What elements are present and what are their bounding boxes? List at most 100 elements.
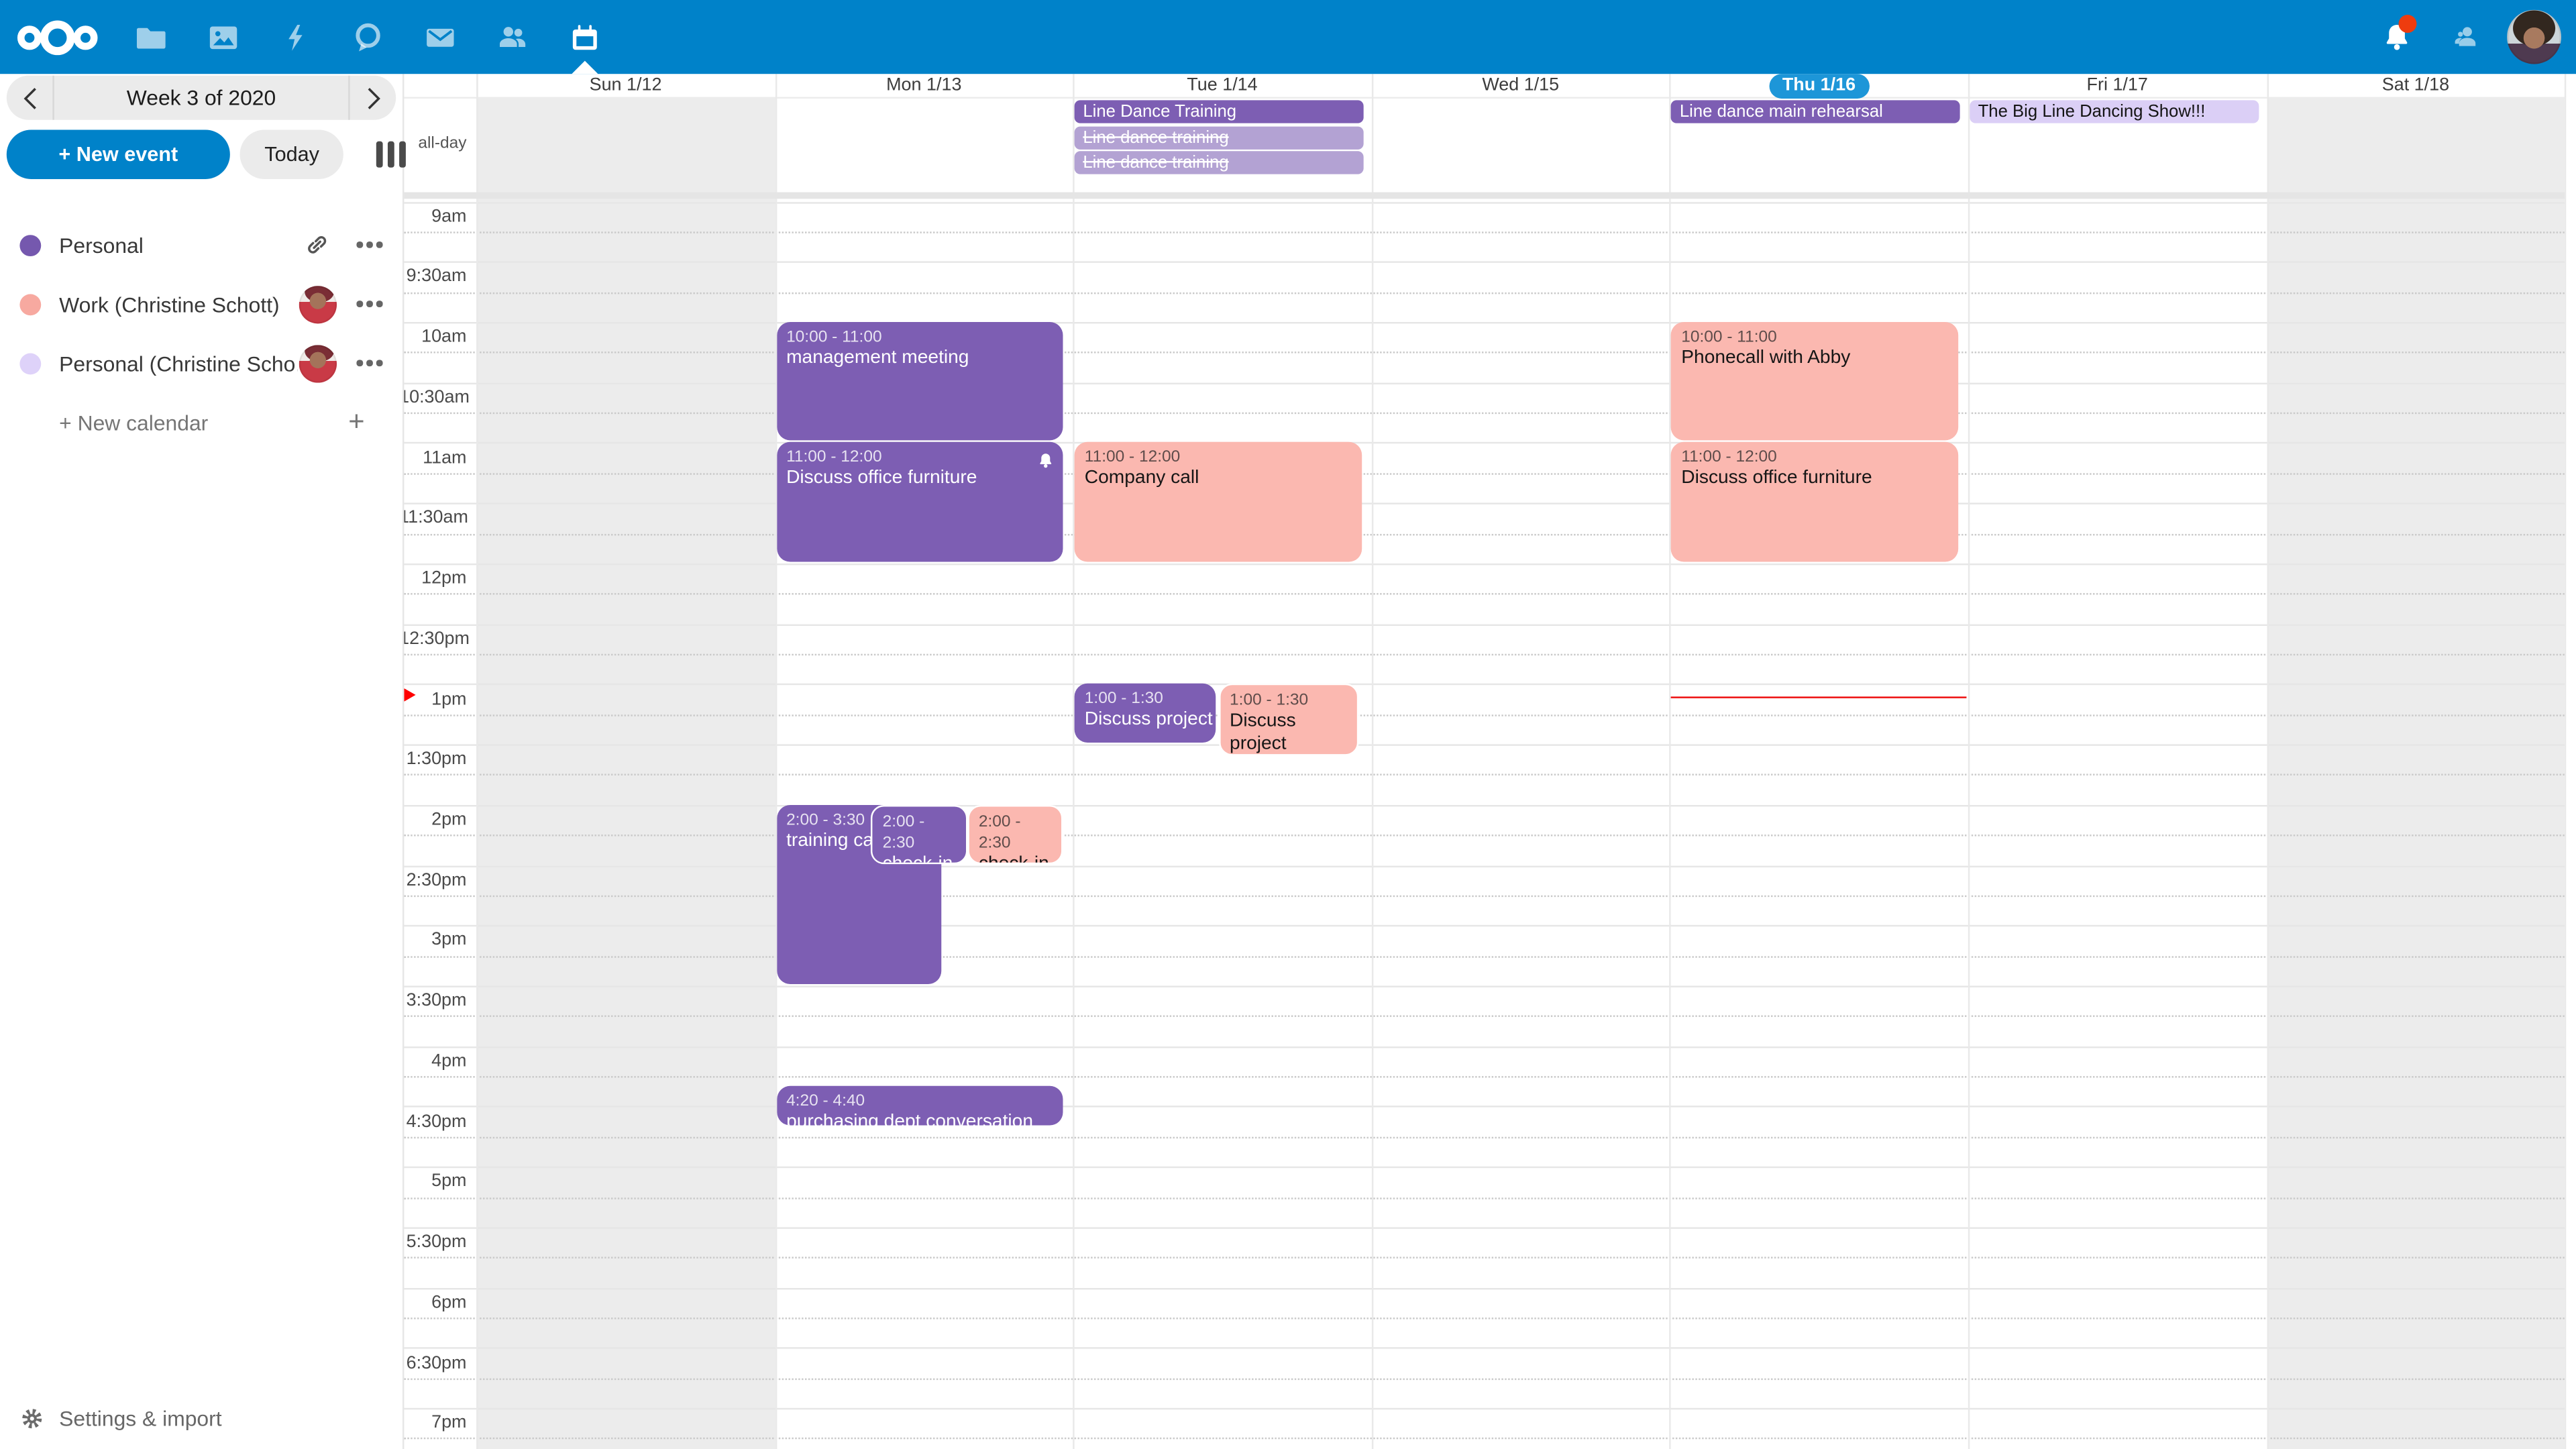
previous-week-button[interactable] xyxy=(7,76,53,120)
user-avatar[interactable] xyxy=(2507,10,2561,64)
day-header-fri[interactable]: Fri 1/17 xyxy=(1968,74,2267,97)
allday-event[interactable]: Line dance training xyxy=(1075,126,1364,150)
event-title: Company call xyxy=(1085,469,1352,491)
new-calendar-label: + New calendar xyxy=(59,410,337,435)
column-divider xyxy=(1073,74,1075,1449)
next-week-button[interactable] xyxy=(350,76,396,120)
weekend-shading xyxy=(2267,96,2565,1449)
gridline-halfhour xyxy=(402,684,2565,686)
event-time: 2:00 - 2:30 xyxy=(979,811,1052,854)
event-time: 11:00 - 12:00 xyxy=(1085,447,1352,469)
allday-event[interactable]: Line Dance Training xyxy=(1075,101,1364,124)
calendar-color-dot[interactable] xyxy=(19,234,41,256)
event-title: management meeting xyxy=(786,348,1053,370)
allday-event[interactable]: Line dance main rehearsal xyxy=(1672,101,1961,124)
calendar-actions-menu[interactable] xyxy=(350,360,390,366)
column-divider xyxy=(775,74,776,1449)
chevron-left-icon xyxy=(22,87,37,109)
gridline-quarter xyxy=(402,1438,2565,1440)
day-header-tue[interactable]: Tue 1/14 xyxy=(1073,74,1372,97)
nextcloud-logo[interactable] xyxy=(0,15,115,58)
share-link-icon[interactable] xyxy=(297,225,337,265)
gridline-quarter xyxy=(402,1257,2565,1258)
reminder-bell-icon xyxy=(1037,449,1055,479)
gridline-halfhour xyxy=(402,564,2565,565)
event[interactable]: 4:20 - 4:40purchasing dept conversation xyxy=(776,1086,1063,1125)
column-divider xyxy=(1670,74,1671,1449)
gridline-halfhour xyxy=(402,262,2565,263)
event[interactable]: 11:00 - 12:00Discuss office furniture xyxy=(776,443,1063,561)
column-divider xyxy=(1968,74,1970,1449)
app-mail[interactable] xyxy=(404,0,476,74)
event[interactable]: 2:00 - 2:30check-in xyxy=(871,805,967,863)
event-title: Discuss project announcement xyxy=(1085,710,1206,733)
contacts-menu-button[interactable] xyxy=(2431,0,2500,74)
time-gutter-label: 2pm xyxy=(399,810,466,829)
app-contacts[interactable] xyxy=(476,0,549,74)
time-gutter-label: 6pm xyxy=(399,1293,466,1312)
gridline-halfhour xyxy=(402,1408,2565,1409)
plus-icon: + xyxy=(337,406,376,439)
day-header-sun[interactable]: Sun 1/12 xyxy=(476,74,775,97)
new-event-button[interactable]: + New event xyxy=(7,129,230,178)
time-gutter-label: 3pm xyxy=(399,930,466,950)
app-activity[interactable] xyxy=(260,0,332,74)
mail-icon xyxy=(422,19,458,55)
app-files[interactable] xyxy=(115,0,187,74)
day-header-wed[interactable]: Wed 1/15 xyxy=(1371,74,1670,97)
column-divider xyxy=(2267,74,2268,1449)
allday-event[interactable]: Line dance training xyxy=(1075,152,1364,175)
gridline-quarter xyxy=(402,654,2565,655)
event[interactable]: 11:00 - 12:00Discuss office furniture xyxy=(1672,443,1959,561)
today-button[interactable]: Today xyxy=(240,129,344,178)
notifications-button[interactable] xyxy=(2363,0,2432,74)
view-switcher-button[interactable] xyxy=(370,135,413,174)
day-header-mon[interactable]: Mon 1/13 xyxy=(775,74,1073,97)
calendar-actions-menu[interactable] xyxy=(350,301,390,307)
event-time: 11:00 - 12:00 xyxy=(786,447,1053,469)
day-header-thu[interactable]: Thu 1/16 xyxy=(1670,74,1968,97)
calendar-list-item[interactable]: Work (Christine Schott) xyxy=(0,274,402,333)
gridline-quarter xyxy=(402,473,2565,474)
event-title: purchasing dept conversation xyxy=(786,1112,1053,1124)
settings-import-button[interactable]: Settings & import xyxy=(0,1400,402,1436)
calendar-list-item[interactable]: Personal xyxy=(0,215,402,274)
week-label[interactable]: Week 3 of 2020 xyxy=(54,76,348,120)
time-gutter-label: 5:30pm xyxy=(399,1232,466,1252)
event[interactable]: 2:00 - 2:30check-in xyxy=(967,805,1063,863)
gridline-halfhour xyxy=(402,1167,2565,1168)
calendar-color-dot[interactable] xyxy=(19,293,41,315)
calendar-actions-menu[interactable] xyxy=(350,242,390,248)
event[interactable]: 10:00 - 11:00Phonecall with Abby xyxy=(1672,322,1959,441)
event[interactable]: 1:00 - 1:30Discuss project announcement xyxy=(1075,684,1216,743)
time-gutter-label: 6:30pm xyxy=(399,1353,466,1373)
gutter-divider xyxy=(476,74,478,1449)
event[interactable]: 10:00 - 11:00management meeting xyxy=(776,322,1063,441)
current-time-line xyxy=(1670,696,1967,699)
app-calendar-active[interactable] xyxy=(549,0,621,74)
gridline-quarter xyxy=(402,1318,2565,1319)
gridline-halfhour xyxy=(402,382,2565,384)
allday-event[interactable]: The Big Line Dancing Show!!! xyxy=(1970,101,2259,124)
time-gutter-label: 11am xyxy=(399,448,466,468)
event-title: Phonecall with Abby xyxy=(1681,348,1948,370)
app-talk[interactable] xyxy=(332,0,405,74)
time-gutter-label: 9:30am xyxy=(399,267,466,286)
event[interactable]: 11:00 - 12:00Company call xyxy=(1075,443,1362,561)
event[interactable]: 1:00 - 1:30Discuss project announcement xyxy=(1218,684,1359,756)
calendar-list-item[interactable]: Personal (Christine Scho... xyxy=(0,333,402,392)
gridline-quarter xyxy=(402,292,2565,293)
event-title: Discuss office furniture xyxy=(786,469,1053,491)
calendar-color-dot[interactable] xyxy=(19,352,41,374)
day-header-sat[interactable]: Sat 1/18 xyxy=(2267,74,2565,97)
column-divider xyxy=(2565,74,2566,1449)
app-photos[interactable] xyxy=(187,0,260,74)
new-calendar-button[interactable]: + New calendar + xyxy=(0,392,402,451)
settings-import-label: Settings & import xyxy=(59,1405,221,1430)
app-menu xyxy=(115,0,621,74)
event-time: 1:00 - 1:30 xyxy=(1230,690,1348,712)
week-navigation: Week 3 of 2020 xyxy=(7,76,396,120)
gridline-halfhour xyxy=(402,1287,2565,1289)
gridline-quarter xyxy=(402,1016,2565,1017)
gridline-halfhour xyxy=(402,201,2565,203)
